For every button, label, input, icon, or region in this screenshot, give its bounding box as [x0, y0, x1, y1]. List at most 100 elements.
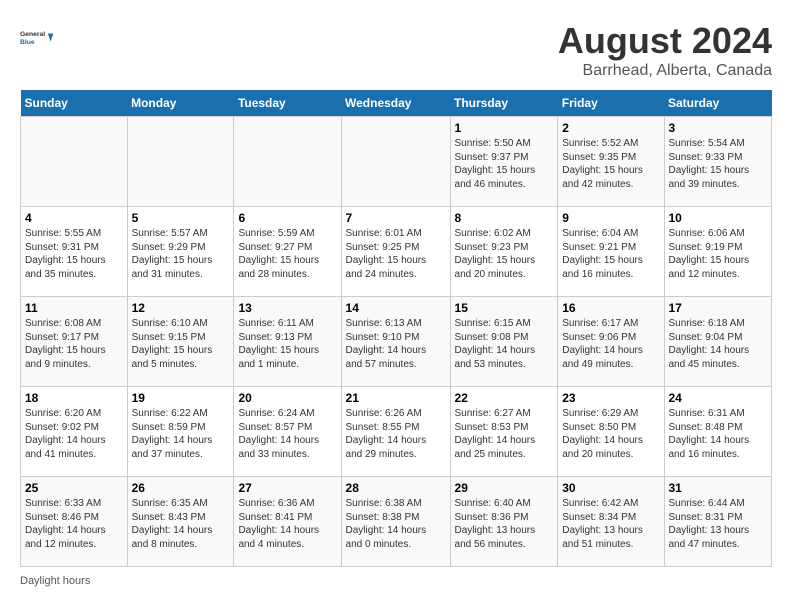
calendar-cell: 4 Sunrise: 5:55 AMSunset: 9:31 PMDaylight…	[21, 207, 128, 297]
calendar-cell: 20Sunrise: 6:24 AMSunset: 8:57 PMDayligh…	[234, 387, 341, 477]
calendar-cell: 1 Sunrise: 5:50 AMSunset: 9:37 PMDaylight…	[450, 117, 558, 207]
day-info: Sunrise: 6:42 AMSunset: 8:34 PMDaylight:…	[562, 497, 659, 551]
calendar-cell	[341, 117, 450, 207]
calendar-cell: 8 Sunrise: 6:02 AMSunset: 9:23 PMDaylight…	[450, 207, 558, 297]
day-info: Sunrise: 5:50 AMSunset: 9:37 PMDaylight:…	[455, 137, 554, 191]
day-info: Sunrise: 5:55 AMSunset: 9:31 PMDaylight:…	[25, 227, 123, 281]
calendar-cell	[234, 117, 341, 207]
header-friday: Friday	[558, 90, 664, 117]
calendar-week-4: 18Sunrise: 6:20 AMSunset: 9:02 PMDayligh…	[21, 387, 772, 477]
day-info: Sunrise: 6:26 AMSunset: 8:55 PMDaylight:…	[346, 407, 446, 461]
header-row: Sunday Monday Tuesday Wednesday Thursday…	[21, 90, 772, 117]
day-info: Sunrise: 6:31 AMSunset: 8:48 PMDaylight:…	[669, 407, 768, 461]
day-info: Sunrise: 5:57 AMSunset: 9:29 PMDaylight:…	[132, 227, 230, 281]
day-number: 25	[25, 481, 123, 495]
day-number: 24	[669, 391, 768, 405]
day-info: Sunrise: 6:15 AMSunset: 9:08 PMDaylight:…	[455, 317, 554, 371]
day-info: Sunrise: 6:11 AMSunset: 9:13 PMDaylight:…	[238, 317, 336, 371]
calendar-cell: 16Sunrise: 6:17 AMSunset: 9:06 PMDayligh…	[558, 297, 664, 387]
footer: Daylight hours	[20, 575, 772, 587]
calendar-cell: 29Sunrise: 6:40 AMSunset: 8:36 PMDayligh…	[450, 477, 558, 567]
day-number: 30	[562, 481, 659, 495]
day-number: 9	[562, 211, 659, 225]
calendar-cell: 21 Sunrise: 6:26 AMSunset: 8:55 PMDayligh…	[341, 387, 450, 477]
calendar-cell: 5 Sunrise: 5:57 AMSunset: 9:29 PMDaylight…	[127, 207, 234, 297]
day-number: 20	[238, 391, 336, 405]
day-number: 19	[132, 391, 230, 405]
day-number: 8	[455, 211, 554, 225]
calendar-cell: 6Sunrise: 5:59 AMSunset: 9:27 PMDaylight…	[234, 207, 341, 297]
calendar-body: 1 Sunrise: 5:50 AMSunset: 9:37 PMDaylight…	[21, 117, 772, 567]
day-info: Sunrise: 6:35 AMSunset: 8:43 PMDaylight:…	[132, 497, 230, 551]
day-info: Sunrise: 5:59 AMSunset: 9:27 PMDaylight:…	[238, 227, 336, 281]
calendar-table: Sunday Monday Tuesday Wednesday Thursday…	[20, 90, 772, 567]
day-number: 4	[25, 211, 123, 225]
day-info: Sunrise: 6:06 AMSunset: 9:19 PMDaylight:…	[669, 227, 768, 281]
logo-icon: GeneralBlue	[20, 20, 56, 56]
calendar-cell: 3Sunrise: 5:54 AMSunset: 9:33 PMDaylight…	[664, 117, 772, 207]
day-number: 23	[562, 391, 659, 405]
calendar-header: Sunday Monday Tuesday Wednesday Thursday…	[21, 90, 772, 117]
day-info: Sunrise: 6:17 AMSunset: 9:06 PMDaylight:…	[562, 317, 659, 371]
day-info: Sunrise: 6:29 AMSunset: 8:50 PMDaylight:…	[562, 407, 659, 461]
day-number: 5	[132, 211, 230, 225]
day-number: 17	[669, 301, 768, 315]
day-number: 1	[455, 121, 554, 135]
calendar-cell: 15 Sunrise: 6:15 AMSunset: 9:08 PMDayligh…	[450, 297, 558, 387]
calendar-cell: 10Sunrise: 6:06 AMSunset: 9:19 PMDayligh…	[664, 207, 772, 297]
day-info: Sunrise: 6:13 AMSunset: 9:10 PMDaylight:…	[346, 317, 446, 371]
calendar-cell: 28Sunrise: 6:38 AMSunset: 8:38 PMDayligh…	[341, 477, 450, 567]
calendar-cell: 11 Sunrise: 6:08 AMSunset: 9:17 PMDayligh…	[21, 297, 128, 387]
day-number: 21	[346, 391, 446, 405]
day-info: Sunrise: 6:44 AMSunset: 8:31 PMDaylight:…	[669, 497, 768, 551]
svg-text:General: General	[20, 31, 45, 38]
page-subtitle: Barrhead, Alberta, Canada	[558, 62, 772, 80]
calendar-cell: 13 Sunrise: 6:11 AMSunset: 9:13 PMDayligh…	[234, 297, 341, 387]
calendar-cell: 31 Sunrise: 6:44 AMSunset: 8:31 PMDayligh…	[664, 477, 772, 567]
day-number: 14	[346, 301, 446, 315]
day-info: Sunrise: 5:52 AMSunset: 9:35 PMDaylight:…	[562, 137, 659, 191]
calendar-cell: 12Sunrise: 6:10 AMSunset: 9:15 PMDayligh…	[127, 297, 234, 387]
day-number: 12	[132, 301, 230, 315]
day-info: Sunrise: 6:01 AMSunset: 9:25 PMDaylight:…	[346, 227, 446, 281]
logo: GeneralBlue General Blue	[20, 20, 56, 56]
calendar-cell: 25Sunrise: 6:33 AMSunset: 8:46 PMDayligh…	[21, 477, 128, 567]
calendar-cell	[127, 117, 234, 207]
calendar-cell: 2 Sunrise: 5:52 AMSunset: 9:35 PMDaylight…	[558, 117, 664, 207]
header-sunday: Sunday	[21, 90, 128, 117]
calendar-cell	[21, 117, 128, 207]
calendar-cell: 24 Sunrise: 6:31 AMSunset: 8:48 PMDayligh…	[664, 387, 772, 477]
day-info: Sunrise: 6:20 AMSunset: 9:02 PMDaylight:…	[25, 407, 123, 461]
day-number: 28	[346, 481, 446, 495]
day-info: Sunrise: 6:08 AMSunset: 9:17 PMDaylight:…	[25, 317, 123, 371]
day-number: 2	[562, 121, 659, 135]
title-block: August 2024 Barrhead, Alberta, Canada	[558, 20, 772, 80]
day-info: Sunrise: 6:22 AMSunset: 8:59 PMDaylight:…	[132, 407, 230, 461]
daylight-hours-label: Daylight hours	[20, 575, 90, 587]
header-tuesday: Tuesday	[234, 90, 341, 117]
day-number: 27	[238, 481, 336, 495]
day-info: Sunrise: 6:02 AMSunset: 9:23 PMDaylight:…	[455, 227, 554, 281]
calendar-cell: 22Sunrise: 6:27 AMSunset: 8:53 PMDayligh…	[450, 387, 558, 477]
day-number: 15	[455, 301, 554, 315]
day-info: Sunrise: 6:36 AMSunset: 8:41 PMDaylight:…	[238, 497, 336, 551]
calendar-week-2: 4 Sunrise: 5:55 AMSunset: 9:31 PMDaylight…	[21, 207, 772, 297]
calendar-cell: 27 Sunrise: 6:36 AMSunset: 8:41 PMDayligh…	[234, 477, 341, 567]
calendar-week-5: 25Sunrise: 6:33 AMSunset: 8:46 PMDayligh…	[21, 477, 772, 567]
day-number: 3	[669, 121, 768, 135]
calendar-cell: 17 Sunrise: 6:18 AMSunset: 9:04 PMDayligh…	[664, 297, 772, 387]
calendar-cell: 7 Sunrise: 6:01 AMSunset: 9:25 PMDaylight…	[341, 207, 450, 297]
day-number: 11	[25, 301, 123, 315]
header-wednesday: Wednesday	[341, 90, 450, 117]
day-number: 7	[346, 211, 446, 225]
day-info: Sunrise: 6:04 AMSunset: 9:21 PMDaylight:…	[562, 227, 659, 281]
calendar-cell: 26 Sunrise: 6:35 AMSunset: 8:43 PMDayligh…	[127, 477, 234, 567]
svg-text:Blue: Blue	[20, 39, 35, 46]
day-number: 31	[669, 481, 768, 495]
day-info: Sunrise: 6:18 AMSunset: 9:04 PMDaylight:…	[669, 317, 768, 371]
day-number: 26	[132, 481, 230, 495]
page-header: GeneralBlue General Blue August 2024 Bar…	[20, 20, 772, 80]
calendar-cell: 30 Sunrise: 6:42 AMSunset: 8:34 PMDayligh…	[558, 477, 664, 567]
day-number: 13	[238, 301, 336, 315]
calendar-week-3: 11 Sunrise: 6:08 AMSunset: 9:17 PMDayligh…	[21, 297, 772, 387]
